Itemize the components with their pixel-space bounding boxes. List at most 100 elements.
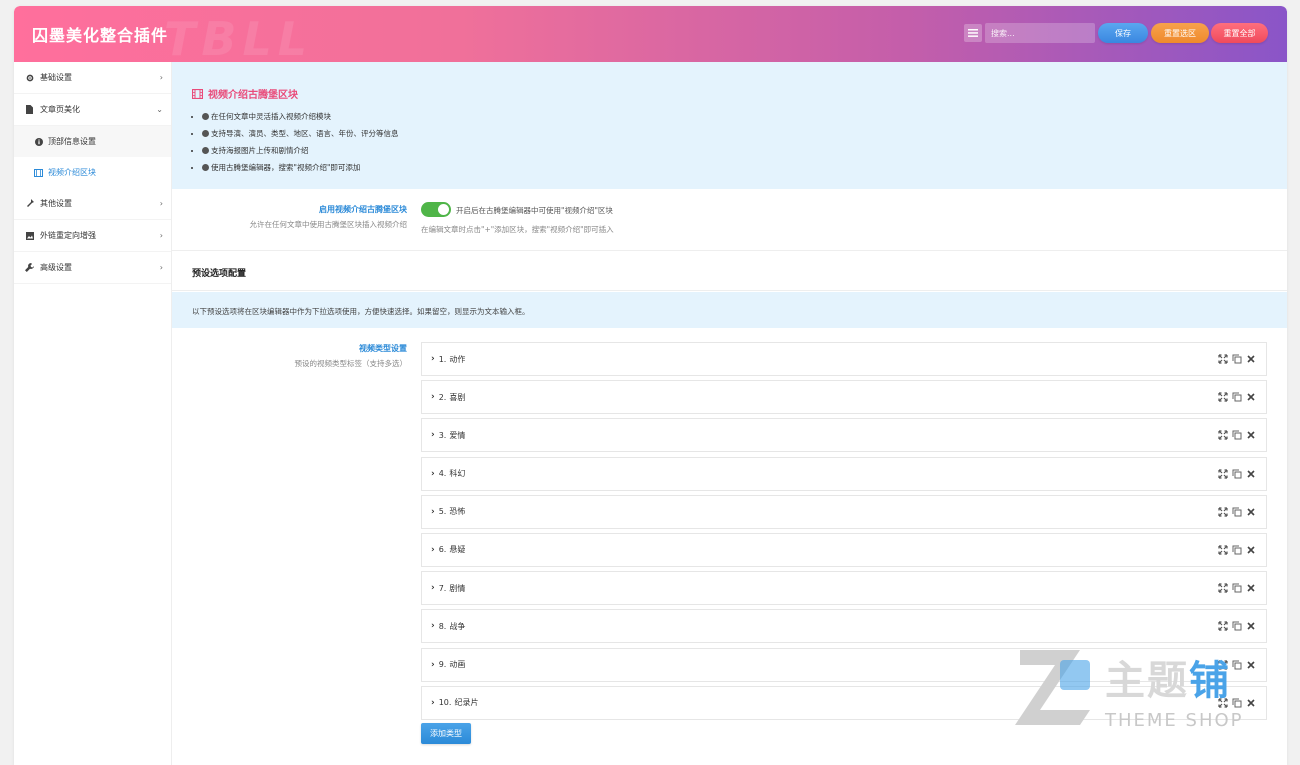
chevron-right-icon[interactable]: › — [431, 507, 435, 517]
logo-icon — [1015, 650, 1090, 725]
header-watermark: TBLL — [164, 12, 314, 62]
theme-shop-watermark: 主题铺 THEME SHOP — [1010, 640, 1280, 740]
list-item: 支持海报图片上传和剧情介绍 — [202, 144, 399, 161]
reset-section-button[interactable]: 重置选区 — [1151, 23, 1209, 43]
gear-icon — [25, 73, 34, 82]
sidebar-item-label: 外链重定向增强 — [40, 231, 96, 240]
types-field-label: 视频类型设置 预设的视频类型标签（支持多选） — [295, 343, 408, 369]
close-icon[interactable] — [1246, 507, 1256, 517]
copy-icon[interactable] — [1232, 621, 1242, 631]
intro-title-text: 视频介绍古腾堡区块 — [208, 90, 298, 101]
repeater-actions — [1218, 468, 1256, 479]
sidebar-subitem-top-info[interactable]: 顶部信息设置 — [14, 126, 171, 157]
wrench-icon — [25, 263, 34, 272]
copy-icon[interactable] — [1232, 430, 1242, 440]
watermark-text: 主题铺 — [1105, 658, 1231, 704]
chevron-right-icon[interactable]: › — [431, 354, 435, 364]
sidebar-item-advanced[interactable]: 高级设置 › — [14, 252, 171, 284]
intro-feature-list: 在任何文章中灵活插入视频介绍模块 支持导演、演员、类型、地区、语言、年份、评分等… — [202, 110, 399, 178]
copy-icon[interactable] — [1232, 469, 1242, 479]
notice-text: 以下预设选项将在区块编辑器中作为下拉选项使用，方便快速选择。如果留空，则显示为文… — [192, 307, 530, 316]
chevron-right-icon[interactable]: › — [431, 392, 435, 402]
sidebar-subitem-video-block[interactable]: 视频介绍区块 — [14, 157, 171, 188]
copy-icon[interactable] — [1232, 507, 1242, 517]
repeater-item[interactable]: › 5. 恐怖 — [421, 494, 1267, 529]
sidebar-item-label: 高级设置 — [40, 263, 72, 272]
toggle-label: 开启后在古腾堡编辑器中可使用"视频介绍"区块 — [456, 206, 613, 215]
file-icon — [25, 105, 34, 114]
repeater-actions — [1218, 621, 1256, 631]
enable-field-row: 启用视频介绍古腾堡区块 允许在任何文章中使用古腾堡区块插入视频介绍 开启后在古腾… — [172, 189, 1287, 251]
chevron-right-icon[interactable]: › — [431, 698, 435, 708]
reset-all-button[interactable]: 重置全部 — [1211, 23, 1268, 43]
sidebar-item-article[interactable]: 文章页美化 ⌄ — [14, 94, 171, 126]
copy-icon[interactable] — [1232, 392, 1242, 402]
enable-toggle-switch[interactable] — [421, 202, 451, 217]
expand-icon[interactable] — [1218, 468, 1228, 479]
chevron-right-icon[interactable]: › — [431, 469, 435, 479]
header-bar: TBLL 囚墨美化整合插件 保存 重置选区 重置全部 — [14, 6, 1287, 62]
repeater-item[interactable]: › 1. 动作 — [421, 342, 1267, 376]
repeater-actions — [1218, 507, 1256, 517]
sidebar-item-label: 文章页美化 — [40, 105, 80, 114]
repeater-item[interactable]: › 6. 悬疑 — [421, 532, 1267, 567]
list-item: 在任何文章中灵活插入视频介绍模块 — [202, 110, 399, 127]
close-icon[interactable] — [1246, 545, 1256, 555]
repeater-item[interactable]: › 2. 喜剧 — [421, 380, 1267, 415]
close-icon[interactable] — [1246, 621, 1256, 631]
copy-icon[interactable] — [1232, 545, 1242, 555]
expand-icon[interactable] — [1218, 545, 1228, 555]
expand-icon[interactable] — [1218, 621, 1228, 631]
sidebar-item-label: 基础设置 — [40, 73, 72, 82]
close-icon[interactable] — [1246, 392, 1256, 402]
chevron-right-icon: › — [159, 263, 163, 272]
notice-box: 以下预设选项将在区块编辑器中作为下拉选项使用，方便快速选择。如果留空，则显示为文… — [172, 292, 1287, 328]
info-icon — [202, 164, 209, 171]
close-icon[interactable] — [1246, 354, 1256, 364]
sidebar-item-basic[interactable]: 基础设置 › — [14, 62, 171, 94]
chevron-right-icon[interactable]: › — [431, 430, 435, 440]
sidebar-item-redirect[interactable]: 外链重定向增强 › — [14, 220, 171, 252]
expand-icon[interactable] — [1218, 392, 1228, 402]
chevron-right-icon[interactable]: › — [431, 660, 435, 670]
save-button[interactable]: 保存 — [1098, 23, 1148, 43]
chevron-right-icon: › — [159, 199, 163, 208]
close-icon[interactable] — [1246, 583, 1256, 593]
info-icon — [202, 147, 209, 154]
chevron-right-icon[interactable]: › — [431, 583, 435, 593]
repeater-item[interactable]: › 7. 剧情 — [421, 571, 1267, 606]
sidebar-item-other[interactable]: 其他设置 › — [14, 188, 171, 220]
info-icon — [202, 113, 209, 120]
repeater-item[interactable]: › 4. 科幻 — [421, 456, 1267, 491]
types-field-desc: 预设的视频类型标签（支持多选） — [294, 359, 408, 368]
types-field-title: 视频类型设置 — [359, 344, 407, 353]
info-icon — [202, 130, 209, 137]
close-icon[interactable] — [1246, 469, 1256, 479]
image-icon — [25, 231, 34, 240]
repeater-item[interactable]: › 3. 爱情 — [421, 418, 1267, 453]
expand-icon[interactable] — [1218, 507, 1228, 517]
copy-icon[interactable] — [1232, 583, 1242, 593]
chevron-right-icon[interactable]: › — [431, 545, 435, 555]
search-input[interactable] — [985, 23, 1095, 43]
repeater-actions — [1218, 392, 1256, 402]
chevron-right-icon[interactable]: › — [431, 621, 435, 631]
close-icon[interactable] — [1246, 430, 1256, 440]
watermark-subtext: THEME SHOP — [1105, 710, 1244, 731]
toggle-help-text: 在编辑文章时点击"+"添加区块，搜索"视频介绍"即可插入 — [421, 225, 614, 234]
chevron-right-icon: › — [159, 231, 163, 240]
list-toggle-icon[interactable] — [964, 24, 982, 42]
intro-title: 视频介绍古腾堡区块 — [192, 86, 298, 101]
copy-icon[interactable] — [1232, 354, 1242, 364]
intro-box: 视频介绍古腾堡区块 在任何文章中灵活插入视频介绍模块 支持导演、演员、类型、地区… — [172, 62, 1287, 189]
sidebar-subitem-label: 顶部信息设置 — [48, 137, 96, 146]
sidebar-item-label: 其他设置 — [40, 199, 72, 208]
chevron-down-icon: ⌄ — [156, 105, 163, 114]
info-icon — [34, 137, 43, 146]
expand-icon[interactable] — [1218, 583, 1228, 593]
expand-icon[interactable] — [1218, 430, 1228, 440]
add-type-button[interactable]: 添加类型 — [421, 723, 471, 744]
chevron-right-icon: › — [159, 73, 163, 82]
expand-icon[interactable] — [1218, 354, 1228, 364]
repeater-item[interactable]: › 8. 战争 — [421, 609, 1267, 644]
